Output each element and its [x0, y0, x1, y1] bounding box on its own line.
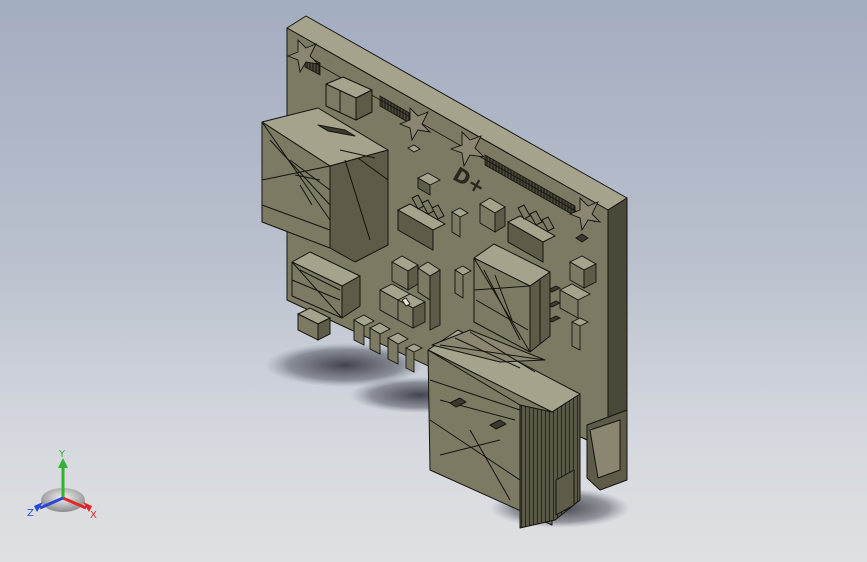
x-axis-label: X [90, 510, 97, 521]
y-axis-label: Y [58, 449, 66, 460]
axis-triad[interactable]: Y X Z [26, 448, 106, 523]
z-axis-label: Z [27, 508, 34, 519]
pcb-3d-model[interactable]: D+ [0, 0, 867, 562]
graphics-viewport[interactable]: D+ Y X Z [0, 0, 867, 562]
